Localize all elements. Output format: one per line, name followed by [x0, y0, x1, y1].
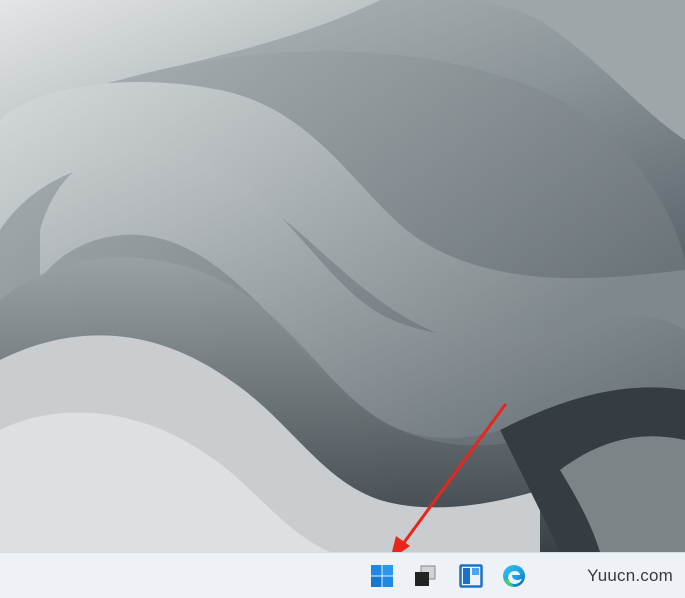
watermark-text: Yuucn.com: [587, 566, 673, 585]
task-view-icon: [415, 565, 436, 586]
task-view-button[interactable]: [410, 561, 440, 591]
edge-browser-icon: [503, 565, 525, 587]
taskbar: [0, 552, 685, 598]
desktop-wallpaper: [0, 0, 685, 552]
widgets-icon: [459, 564, 483, 588]
windows-start-icon: [371, 565, 393, 587]
edge-browser-button[interactable]: [499, 561, 529, 591]
start-button[interactable]: [367, 561, 397, 591]
widgets-button[interactable]: [456, 561, 486, 591]
wallpaper-waves: [0, 0, 685, 552]
